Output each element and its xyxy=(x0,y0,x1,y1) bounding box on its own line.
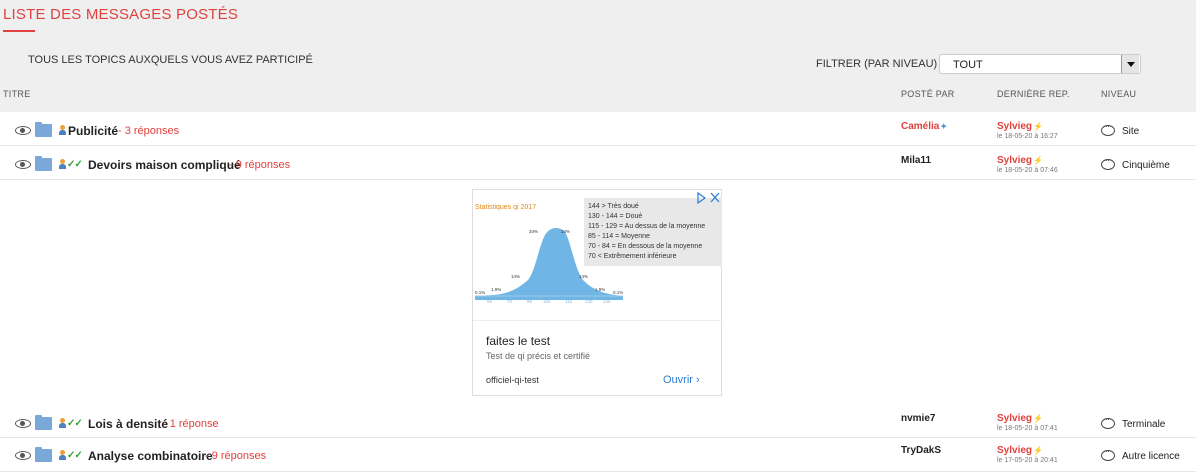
lightning-icon: ⚡ xyxy=(1033,122,1043,131)
check-icon: ✓✓ xyxy=(67,159,83,170)
ad-legend-item: 70 < Extrêmement inférieure xyxy=(588,253,677,260)
ad-chart: Statistiques qi 2017 144 > Très doué 130 … xyxy=(475,191,722,304)
poster-name[interactable]: Camélia✦ xyxy=(901,121,947,132)
last-reply-user[interactable]: Sylvieg⚡ xyxy=(997,413,1043,424)
level-label: Terminale xyxy=(1122,419,1166,430)
last-reply-date: le 18-05-20 à 16:27 xyxy=(997,133,1058,140)
ad-axis-tick: 100 xyxy=(543,299,551,304)
table-row[interactable]: ✓✓ Analyse combinatoire - 9 réponses Try… xyxy=(0,438,1196,472)
eye-icon[interactable] xyxy=(15,451,31,460)
last-reply-user[interactable]: Sylvieg⚡ xyxy=(997,121,1043,132)
ad-axis-tick: 115 xyxy=(565,299,573,304)
check-icon: ✓✓ xyxy=(67,418,83,429)
ad-description: Test de qi précis et certifié xyxy=(486,351,591,361)
column-header-title: TITRE xyxy=(3,89,31,99)
ad-percent-label: 1.9% xyxy=(595,287,605,292)
last-reply-user[interactable]: Sylvieg⚡ xyxy=(997,155,1043,166)
ad-divider xyxy=(473,320,721,321)
ad-percent-label: 34% xyxy=(529,229,538,234)
ad-percent-label: 34% xyxy=(561,229,570,234)
ad-legend-item: 115 - 129 = Au dessus de la moyenne xyxy=(588,223,705,230)
ad-legend-item: 130 - 144 = Doué xyxy=(588,213,642,220)
column-header-posted-by: POSTÉ PAR xyxy=(901,89,955,99)
ad-axis-tick: 130 xyxy=(585,299,593,304)
reply-count[interactable]: - 3 réponses xyxy=(118,125,179,137)
column-header-last-reply: DERNIÈRE REP. xyxy=(997,89,1070,99)
check-icon: ✓✓ xyxy=(67,450,83,461)
eye-icon[interactable] xyxy=(15,419,31,428)
ad-domain: officiel-qi-test xyxy=(486,375,539,385)
last-user-label: Sylvieg xyxy=(997,413,1033,424)
speech-bubble-icon xyxy=(1101,155,1115,170)
table-row[interactable]: Publicité - 3 réponses Camélia✦ Sylvieg⚡… xyxy=(0,112,1196,146)
user-icon xyxy=(59,159,66,169)
ad-legend-item: 85 - 114 = Moyenne xyxy=(588,233,650,240)
last-reply-date: le 18-05-20 à 07:41 xyxy=(997,425,1058,432)
poster-label: Camélia xyxy=(901,121,940,132)
page-title: LISTE DES MESSAGES POSTÉS xyxy=(3,6,239,23)
filter-value: TOUT xyxy=(953,59,983,71)
ad-headline[interactable]: faites le test xyxy=(486,334,550,348)
reply-count[interactable]: - 1 réponse xyxy=(163,418,219,430)
ad-percent-label: 0.1% xyxy=(613,290,623,295)
level-label: Cinquième xyxy=(1122,160,1170,171)
eye-icon[interactable] xyxy=(15,126,31,135)
topic-title[interactable]: Publicité xyxy=(68,124,118,138)
lightning-icon: ⚡ xyxy=(1033,414,1043,423)
folder-icon xyxy=(35,415,52,430)
ad-chart-title: Statistiques qi 2017 xyxy=(475,204,536,211)
last-reply-user[interactable]: Sylvieg⚡ xyxy=(997,445,1043,456)
last-reply-date: le 18-05-20 à 07:46 xyxy=(997,167,1058,174)
eye-icon[interactable] xyxy=(15,160,31,169)
user-icon xyxy=(59,418,66,428)
ad-legend-item: 70 - 84 = En dessous de la moyenne xyxy=(588,243,702,250)
lightning-icon: ⚡ xyxy=(1033,446,1043,455)
table-row[interactable]: ✓✓ Lois à densité - 1 réponse nvmie7 Syl… xyxy=(0,406,1196,438)
ad-percent-label: 14% xyxy=(579,274,588,279)
chevron-down-icon[interactable] xyxy=(1121,55,1139,73)
ad-percent-label: 0.1% xyxy=(475,290,485,295)
table-row[interactable]: ✓✓ Devoirs maison compliqué - 9 réponses… xyxy=(0,146,1196,180)
ad-open-button[interactable]: Ouvrir › xyxy=(663,374,700,386)
speech-bubble-icon xyxy=(1101,414,1115,429)
chevron-right-icon: › xyxy=(696,374,700,386)
subtitle: TOUS LES TOPICS AUXQUELS VOUS AVEZ PARTI… xyxy=(28,54,313,66)
poster-name[interactable]: Mila11 xyxy=(901,155,931,166)
folder-icon xyxy=(35,122,52,137)
topic-title[interactable]: Devoirs maison compliqué xyxy=(88,158,241,172)
ad-axis-tick: 70 xyxy=(507,299,513,304)
level-label: Autre licence xyxy=(1122,451,1180,462)
last-reply-date: le 17-05-20 à 20:41 xyxy=(997,457,1058,464)
ad-percent-label: 1.9% xyxy=(491,287,501,292)
level-filter-select[interactable]: TOUT xyxy=(939,54,1141,74)
lightning-icon: ⚡ xyxy=(1033,156,1043,165)
last-user-label: Sylvieg xyxy=(997,445,1033,456)
ad-percent-label: 14% xyxy=(511,274,520,279)
ad-open-label: Ouvrir xyxy=(663,374,693,386)
user-icon xyxy=(59,125,66,135)
last-user-label: Sylvieg xyxy=(997,155,1033,166)
user-icon xyxy=(59,450,66,460)
poster-name[interactable]: nvmie7 xyxy=(901,413,935,424)
poster-name[interactable]: TryDakS xyxy=(901,445,941,456)
filter-label: FILTRER (PAR NIVEAU) xyxy=(816,58,938,70)
column-header-level: NIVEAU xyxy=(1101,89,1137,99)
last-user-label: Sylvieg xyxy=(997,121,1033,132)
topic-title[interactable]: Analyse combinatoire xyxy=(88,449,213,463)
advertisement[interactable]: Statistiques qi 2017 144 > Très doué 130 … xyxy=(472,189,722,396)
topic-title[interactable]: Lois à densité xyxy=(88,417,168,431)
level-label: Site xyxy=(1122,126,1140,137)
ad-axis-tick: 85 xyxy=(527,299,533,304)
speech-bubble-icon xyxy=(1101,446,1115,461)
reply-count[interactable]: - 9 réponses xyxy=(205,450,266,462)
folder-icon xyxy=(35,447,52,462)
ad-axis-tick: 55 xyxy=(487,299,493,304)
reply-count[interactable]: - 9 réponses xyxy=(229,159,290,171)
speech-bubble-icon xyxy=(1101,121,1115,136)
folder-icon xyxy=(35,156,52,171)
star-icon: ✦ xyxy=(940,122,948,131)
title-underline xyxy=(3,30,35,32)
ad-axis-tick: 145 xyxy=(603,299,611,304)
ad-legend-item: 144 > Très doué xyxy=(588,203,639,210)
